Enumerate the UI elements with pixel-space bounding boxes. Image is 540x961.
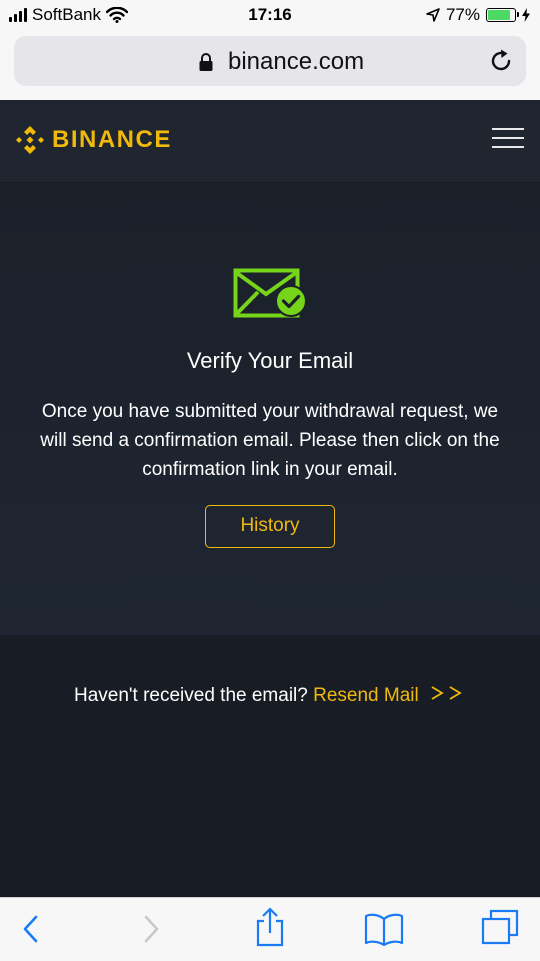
- battery-percent: 77%: [445, 5, 480, 24]
- share-icon[interactable]: [254, 907, 286, 947]
- logo-text: BINANCE: [52, 126, 172, 153]
- resend-prompt: Haven't received the email?: [73, 685, 308, 706]
- charging-icon: [522, 8, 530, 22]
- double-chevron-right-icon[interactable]: [428, 684, 466, 702]
- location-arrow-icon: [426, 8, 440, 22]
- tabs-icon[interactable]: [480, 909, 520, 947]
- hamburger-menu-icon[interactable]: [492, 128, 524, 150]
- battery-icon: [486, 8, 519, 22]
- resend-line: Haven't received the email? Resend Mail: [0, 684, 540, 707]
- binance-logo[interactable]: BINANCE: [14, 124, 172, 156]
- binance-logo-icon: [16, 126, 44, 154]
- url-text: binance.com: [228, 48, 365, 75]
- history-button[interactable]: History: [205, 505, 335, 548]
- resend-section: Haven't received the email? Resend Mail: [0, 635, 540, 897]
- verify-description: Once you have submitted your withdrawal …: [40, 401, 500, 480]
- email-verified-icon: [233, 268, 307, 318]
- browser-toolbar: [0, 897, 540, 961]
- verify-title: Verify Your Email: [186, 348, 354, 373]
- verify-email-section: Verify Your Email Once you have submitte…: [0, 183, 540, 635]
- url-field[interactable]: binance.com: [14, 36, 526, 86]
- forward-icon[interactable]: [140, 911, 162, 947]
- bookmarks-icon[interactable]: [364, 911, 404, 947]
- status-bar: SoftBank 17:16 77%: [0, 0, 540, 30]
- resend-mail-link[interactable]: Resend Mail: [313, 685, 419, 706]
- lock-icon: [199, 53, 213, 71]
- browser-address-bar: binance.com: [0, 30, 540, 100]
- back-icon[interactable]: [20, 911, 42, 947]
- site-header: BINANCE: [0, 100, 540, 183]
- reload-icon[interactable]: [488, 48, 514, 74]
